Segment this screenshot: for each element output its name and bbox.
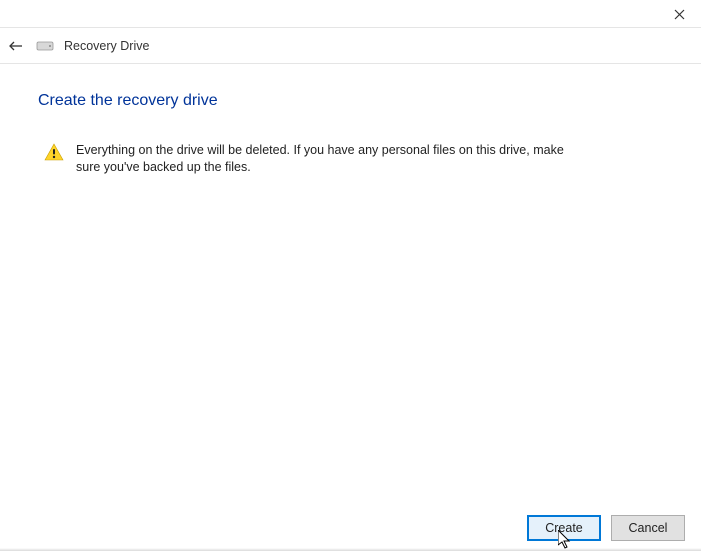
arrow-left-icon [8,40,24,52]
warning-text: Everything on the drive will be deleted.… [76,142,586,176]
page-heading: Create the recovery drive [38,92,661,110]
window-title: Recovery Drive [64,39,149,53]
footer: Create Cancel [527,515,685,541]
titlebar [0,0,701,28]
warning-row: Everything on the drive will be deleted.… [38,142,661,176]
header: Recovery Drive [0,28,701,64]
content-area: Create the recovery drive Everything on … [0,64,701,176]
create-button[interactable]: Create [527,515,601,541]
close-icon [674,9,685,20]
warning-icon [44,143,64,166]
cancel-button[interactable]: Cancel [611,515,685,541]
drive-icon [36,39,54,53]
back-button[interactable] [6,36,26,56]
close-button[interactable] [669,4,689,24]
